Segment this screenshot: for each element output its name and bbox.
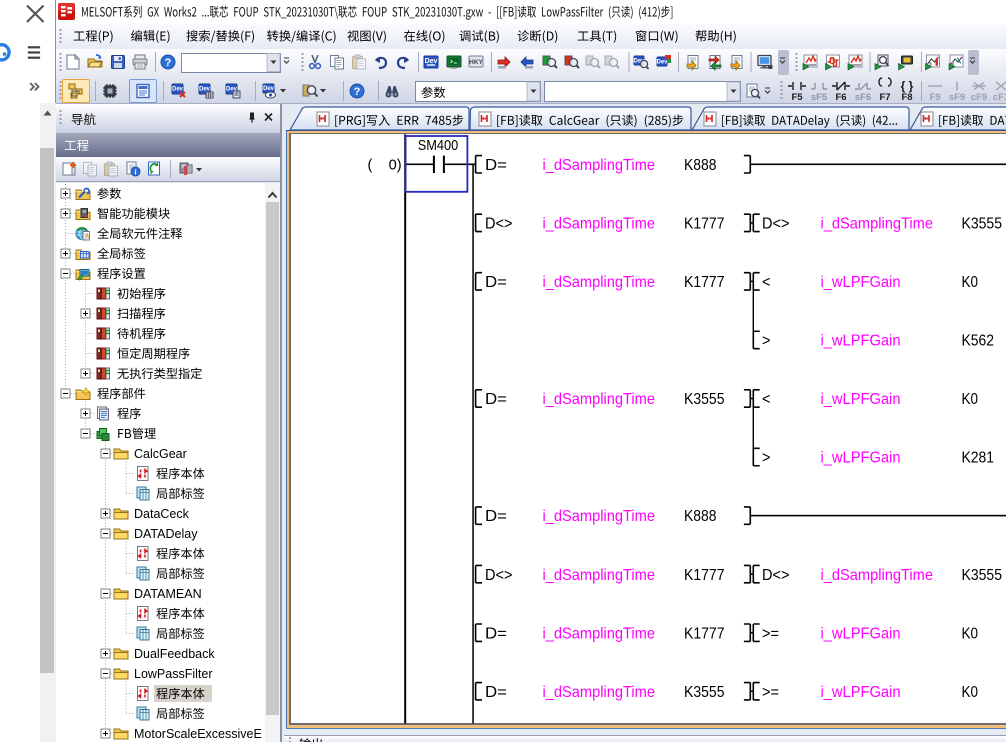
svg-text:<: <	[762, 391, 771, 408]
svg-text:D=: D=	[485, 684, 507, 701]
svg-text:D<>: D<>	[485, 567, 513, 584]
svg-text:F9: F9	[929, 92, 940, 103]
svg-text:?: ?	[354, 86, 361, 98]
svg-text:F8: F8	[901, 92, 912, 103]
svg-text:F5: F5	[791, 92, 803, 103]
svg-text:i_dSamplingTime: i_dSamplingTime	[821, 215, 934, 232]
svg-text:i_dSamplingTime: i_dSamplingTime	[543, 215, 656, 232]
svg-text:D<>: D<>	[762, 567, 790, 584]
svg-text:i_wLPFGain: i_wLPFGain	[821, 274, 901, 291]
svg-text:sF6: sF6	[855, 92, 871, 103]
svg-text:K1777: K1777	[684, 274, 725, 291]
svg-text:K3555: K3555	[962, 567, 1003, 584]
svg-text:i_wLPFGain: i_wLPFGain	[821, 333, 901, 350]
svg-text:i_dSamplingTime: i_dSamplingTime	[543, 684, 656, 701]
svg-text:F6: F6	[835, 92, 846, 103]
svg-text:>=: >=	[762, 625, 779, 642]
svg-text:sF5: sF5	[811, 92, 828, 103]
svg-text:i_wLPFGain: i_wLPFGain	[821, 450, 901, 467]
svg-text:DualFeedback: DualFeedback	[134, 647, 215, 661]
svg-text:K888: K888	[684, 157, 717, 174]
svg-text:DataCeck: DataCeck	[134, 507, 190, 521]
svg-text:Dev: Dev	[425, 58, 438, 65]
svg-text:Dev: Dev	[263, 86, 275, 92]
svg-text:K562: K562	[962, 333, 995, 350]
svg-text:D=: D=	[485, 508, 507, 525]
svg-text:D=: D=	[485, 157, 507, 174]
svg-text:i_wLPFGain: i_wLPFGain	[821, 625, 901, 642]
svg-text:K1777: K1777	[684, 215, 725, 232]
svg-text:i: i	[134, 168, 136, 177]
svg-text:K0: K0	[962, 684, 979, 701]
svg-text:K3555: K3555	[684, 391, 725, 408]
svg-text:i_dSamplingTime: i_dSamplingTime	[543, 567, 656, 584]
svg-text:( 0): ( 0)	[368, 158, 402, 174]
svg-text:i_wLPFGain: i_wLPFGain	[821, 684, 901, 701]
svg-text:i_dSamplingTime: i_dSamplingTime	[543, 274, 656, 291]
svg-text:D=: D=	[485, 274, 507, 291]
svg-text:?: ?	[165, 57, 172, 69]
svg-text:K1777: K1777	[684, 625, 725, 642]
svg-text:i_dSamplingTime: i_dSamplingTime	[543, 625, 656, 642]
svg-text:LowPassFilter: LowPassFilter	[134, 667, 213, 681]
svg-text:K281: K281	[962, 450, 995, 467]
svg-text:K0: K0	[962, 274, 979, 291]
svg-text:K1777: K1777	[684, 567, 725, 584]
svg-text:SM400: SM400	[418, 138, 459, 154]
svg-text:MotorScaleExcessiveE: MotorScaleExcessiveE	[134, 727, 262, 741]
svg-text:i_dSamplingTime: i_dSamplingTime	[543, 157, 656, 174]
svg-text:DATADelay: DATADelay	[134, 527, 198, 541]
svg-text:i_dSamplingTime: i_dSamplingTime	[821, 567, 934, 584]
svg-text:D=: D=	[485, 391, 507, 408]
svg-text:>: >	[762, 450, 771, 467]
svg-text:>: >	[762, 333, 771, 350]
svg-text:D<>: D<>	[762, 215, 790, 232]
svg-text:sF9: sF9	[949, 92, 965, 103]
svg-text:<: <	[762, 274, 771, 291]
svg-text:HKY: HKY	[469, 59, 483, 66]
svg-text:D<>: D<>	[485, 215, 513, 232]
svg-text:F7: F7	[879, 92, 890, 103]
svg-text:Dev: Dev	[172, 87, 184, 93]
svg-text:i_dSamplingTime: i_dSamplingTime	[543, 391, 656, 408]
svg-text:DATAMEAN: DATAMEAN	[134, 587, 202, 601]
svg-text:K0: K0	[962, 625, 979, 642]
svg-text:K0: K0	[962, 391, 979, 408]
svg-text:Dev: Dev	[656, 60, 668, 66]
svg-text:K888: K888	[684, 508, 717, 525]
svg-text:K3555: K3555	[962, 215, 1003, 232]
svg-text:{ }: { }	[901, 79, 914, 93]
svg-text:cF9: cF9	[971, 92, 987, 103]
svg-text:>=: >=	[762, 684, 779, 701]
svg-text:cF1: cF1	[993, 92, 1006, 103]
svg-text:i_dSamplingTime: i_dSamplingTime	[543, 508, 656, 525]
svg-text:i_wLPFGain: i_wLPFGain	[821, 391, 901, 408]
svg-text:K3555: K3555	[684, 684, 725, 701]
svg-text:CalcGear: CalcGear	[134, 447, 187, 461]
svg-text:D=: D=	[485, 625, 507, 642]
